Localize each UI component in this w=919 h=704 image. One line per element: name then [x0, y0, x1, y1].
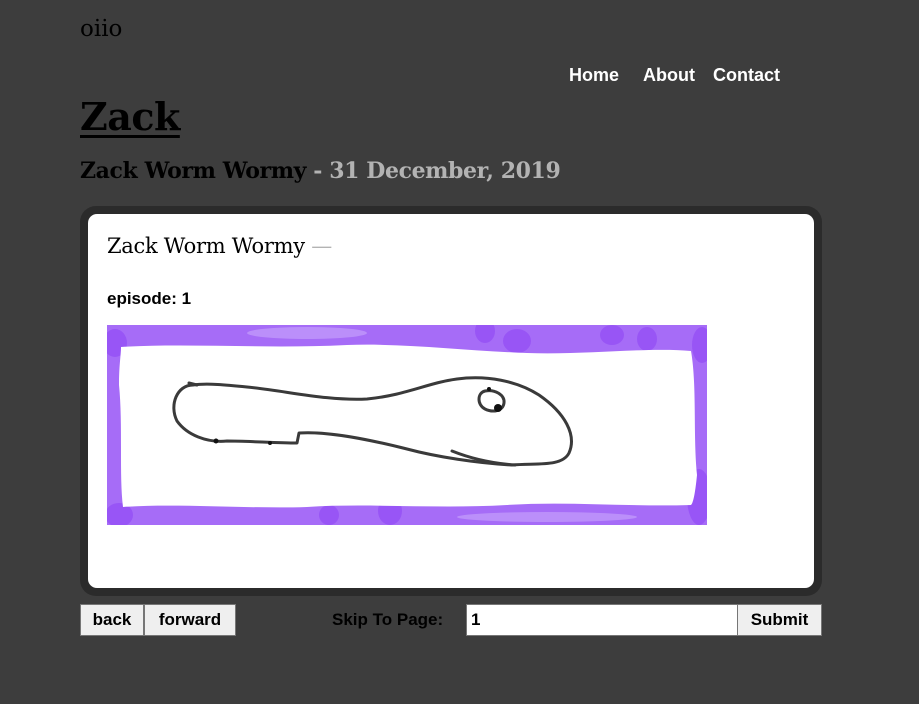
comic-image — [107, 325, 707, 525]
comic-panel: Zack Worm Wormy — episode: 1 — [88, 214, 814, 588]
comic-frame: Zack Worm Wormy — episode: 1 — [80, 206, 822, 596]
subtitle-separator: - — [305, 158, 330, 184]
submit-button[interactable]: Submit — [737, 604, 822, 636]
back-button[interactable]: back — [80, 604, 144, 636]
site-logo[interactable]: oiio — [80, 16, 122, 42]
page-title[interactable]: Zack — [80, 94, 180, 139]
post-title-text: Zack Worm Wormy — [107, 234, 305, 258]
episode-label: episode: 1 — [107, 289, 192, 308]
post-title: Zack Worm Wormy — — [107, 234, 332, 258]
skip-to-page-label: Skip To Page: — [332, 610, 444, 629]
subtitle-date: 31 December, 2019 — [329, 158, 561, 184]
nav-contact-link[interactable]: Contact — [713, 65, 780, 86]
subtitle-comic-name: Zack Worm Wormy — [80, 158, 306, 184]
nav-home-link[interactable]: Home — [569, 65, 619, 86]
nav-about-link[interactable]: About — [643, 65, 695, 86]
page-subtitle: Zack Worm Wormy - 31 December, 2019 — [80, 158, 561, 184]
main-nav: Home About Contact — [569, 65, 780, 86]
forward-button[interactable]: forward — [144, 604, 236, 636]
comic-controls: back forward Skip To Page: Submit — [80, 604, 822, 636]
post-title-dash: — — [304, 234, 332, 258]
page-number-input[interactable] — [466, 604, 738, 636]
